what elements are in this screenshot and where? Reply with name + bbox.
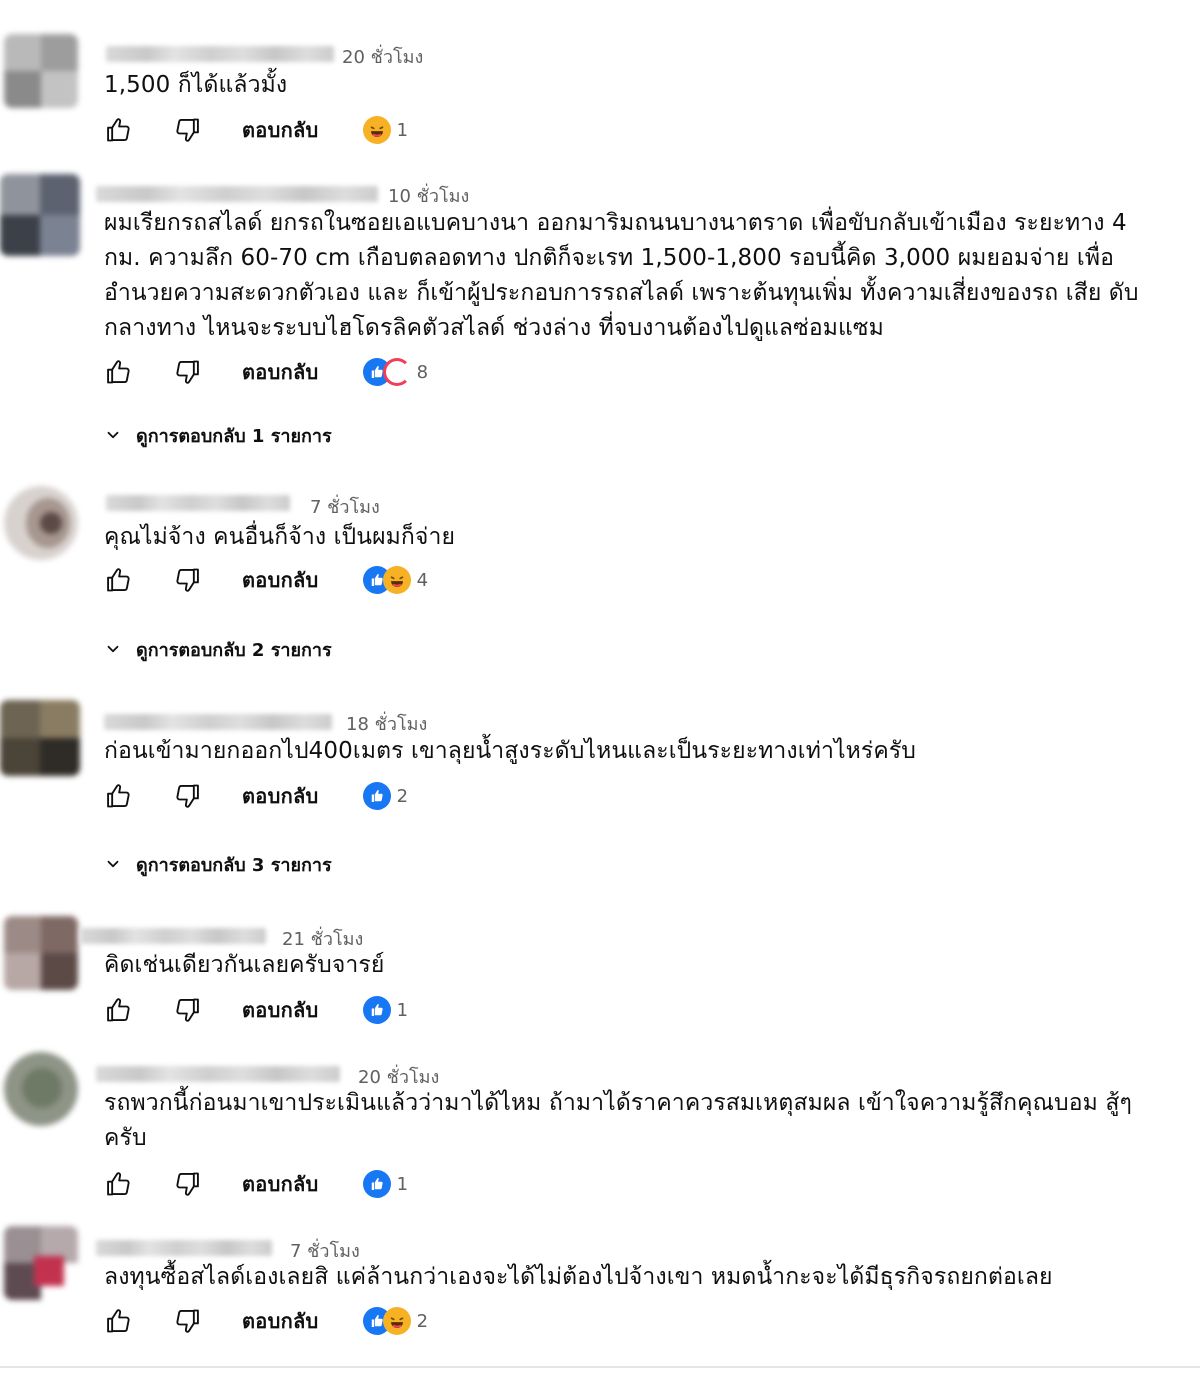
view-replies-button[interactable]: ดูการตอบกลับ 3 รายการ xyxy=(104,849,332,879)
like-button[interactable] xyxy=(100,1303,136,1339)
thumbs-down-icon xyxy=(174,1170,202,1198)
dislike-button[interactable] xyxy=(170,1303,206,1339)
like-button[interactable] xyxy=(100,112,136,148)
love-reaction-icon xyxy=(382,358,411,386)
comment-text: ผมเรียกรถสไลด์ ยกรถในซอยเอแบคบางนา ออกมา… xyxy=(104,210,1139,341)
reaction-count: 1 xyxy=(396,119,409,141)
haha-reaction-icon xyxy=(362,116,391,144)
thumbs-down-icon xyxy=(174,1307,202,1335)
haha-reaction-icon xyxy=(382,1307,411,1335)
reply-button[interactable]: ตอบกลับ xyxy=(242,1305,319,1337)
reaction-count: 4 xyxy=(416,569,429,591)
comment-actions: ตอบกลับ 1 xyxy=(100,992,408,1028)
clipped-previous-actions xyxy=(104,0,140,14)
dislike-button[interactable] xyxy=(170,992,206,1028)
like-button[interactable] xyxy=(100,562,136,598)
comment-actions: ตอบกลับ 1 xyxy=(100,1166,408,1202)
like-button[interactable] xyxy=(100,992,136,1028)
thumbs-down-icon xyxy=(174,782,202,810)
comment-text: รถพวกนี้ก่อนมาเขาประเมินแล้วว่ามาได้ไหม … xyxy=(104,1090,1132,1151)
thumbs-down-icon xyxy=(174,358,202,386)
comment-text: คุณไม่จ้าง คนอื่นก็จ้าง เป็นผมก็จ่าย xyxy=(104,524,456,550)
author-name-redacted[interactable] xyxy=(80,928,266,944)
reaction-count: 1 xyxy=(396,1173,409,1195)
comments-page: 20 ชั่วโมง 1,500 ก็ได้แล้วมั้ง ตอบกลับ 1… xyxy=(0,0,1200,1379)
view-replies-label: ดูการตอบกลับ 1 รายการ xyxy=(136,425,332,447)
view-replies-button[interactable]: ดูการตอบกลับ 1 รายการ xyxy=(104,420,332,450)
comment-text: ลงทุนซื้อสไลด์เองเลยสิ แค่ล้านกว่าเองจะไ… xyxy=(104,1264,1053,1290)
like-reaction-icon xyxy=(362,782,391,810)
haha-reaction-icon xyxy=(382,566,411,594)
reply-button[interactable]: ตอบกลับ xyxy=(242,356,319,388)
avatar[interactable] xyxy=(4,916,78,990)
like-button[interactable] xyxy=(100,778,136,814)
reply-button[interactable]: ตอบกลับ xyxy=(242,1168,319,1200)
reply-button[interactable]: ตอบกลับ xyxy=(242,564,319,596)
dislike-button[interactable] xyxy=(170,562,206,598)
chevron-down-icon xyxy=(104,855,122,873)
comment-actions: ตอบกลับ 4 xyxy=(100,562,428,598)
view-replies-label: ดูการตอบกลับ 2 รายการ xyxy=(136,639,332,661)
avatar[interactable] xyxy=(4,1226,78,1300)
reactions[interactable]: 1 xyxy=(362,116,409,144)
comment-text: คิดเช่นเดียวกันเลยครับจารย์ xyxy=(104,952,385,978)
thumbs-up-icon xyxy=(104,996,132,1024)
author-name-redacted[interactable] xyxy=(96,1240,272,1256)
thumbs-down-icon xyxy=(174,566,202,594)
author-name-redacted[interactable] xyxy=(106,46,334,62)
thumbs-up-icon xyxy=(104,1307,132,1335)
like-reaction-icon xyxy=(362,1170,391,1198)
like-button[interactable] xyxy=(100,354,136,390)
comment-actions: ตอบกลับ 1 xyxy=(100,112,408,148)
thumbs-down-icon xyxy=(174,996,202,1024)
author-name-redacted[interactable] xyxy=(96,186,378,202)
avatar[interactable] xyxy=(4,1052,78,1126)
avatar[interactable] xyxy=(4,34,78,108)
avatar[interactable] xyxy=(0,174,80,256)
author-name-redacted[interactable] xyxy=(104,714,332,730)
thumbs-down-icon xyxy=(174,116,202,144)
divider xyxy=(0,1366,1200,1368)
author-name-redacted[interactable] xyxy=(96,1066,340,1082)
reactions[interactable]: 8 xyxy=(362,358,429,386)
like-reaction-icon xyxy=(362,996,391,1024)
reaction-count: 1 xyxy=(396,999,409,1021)
reaction-count: 2 xyxy=(416,1310,429,1332)
thumbs-up-icon xyxy=(104,358,132,386)
comment-time: 20 ชั่วโมง xyxy=(342,47,424,68)
reply-button[interactable]: ตอบกลับ xyxy=(242,114,319,146)
reactions[interactable]: 1 xyxy=(362,996,409,1024)
avatar[interactable] xyxy=(4,486,78,560)
avatar[interactable] xyxy=(0,700,80,776)
view-replies-button[interactable]: ดูการตอบกลับ 2 รายการ xyxy=(104,634,332,664)
comment-actions: ตอบกลับ 2 xyxy=(100,1303,428,1339)
thumbs-up-icon xyxy=(104,782,132,810)
reactions[interactable]: 4 xyxy=(362,566,429,594)
thumbs-up-icon xyxy=(104,116,132,144)
reactions[interactable]: 2 xyxy=(362,1307,429,1335)
thumbs-up-icon xyxy=(104,1170,132,1198)
reaction-count: 8 xyxy=(416,361,429,383)
view-replies-label: ดูการตอบกลับ 3 รายการ xyxy=(136,854,332,876)
comment-text: ก่อนเข้ามายกออกไป400เมตร เขาลุยน้ำสูงระด… xyxy=(104,738,917,764)
reaction-count: 2 xyxy=(396,785,409,807)
dislike-button[interactable] xyxy=(170,778,206,814)
dislike-button[interactable] xyxy=(170,112,206,148)
comment-actions: ตอบกลับ 2 xyxy=(100,778,408,814)
reply-button[interactable]: ตอบกลับ xyxy=(242,994,319,1026)
dislike-button[interactable] xyxy=(170,1166,206,1202)
reactions[interactable]: 2 xyxy=(362,782,409,810)
reply-button[interactable]: ตอบกลับ xyxy=(242,780,319,812)
reactions[interactable]: 1 xyxy=(362,1170,409,1198)
comment-time: 7 ชั่วโมง xyxy=(310,497,380,518)
dislike-button[interactable] xyxy=(170,354,206,390)
thumbs-up-icon xyxy=(104,566,132,594)
like-button[interactable] xyxy=(100,1166,136,1202)
chevron-down-icon xyxy=(104,640,122,658)
author-name-redacted[interactable] xyxy=(106,495,290,511)
chevron-down-icon xyxy=(104,426,122,444)
comment-text: 1,500 ก็ได้แล้วมั้ง xyxy=(104,72,288,98)
comment-actions: ตอบกลับ 8 xyxy=(100,354,428,390)
